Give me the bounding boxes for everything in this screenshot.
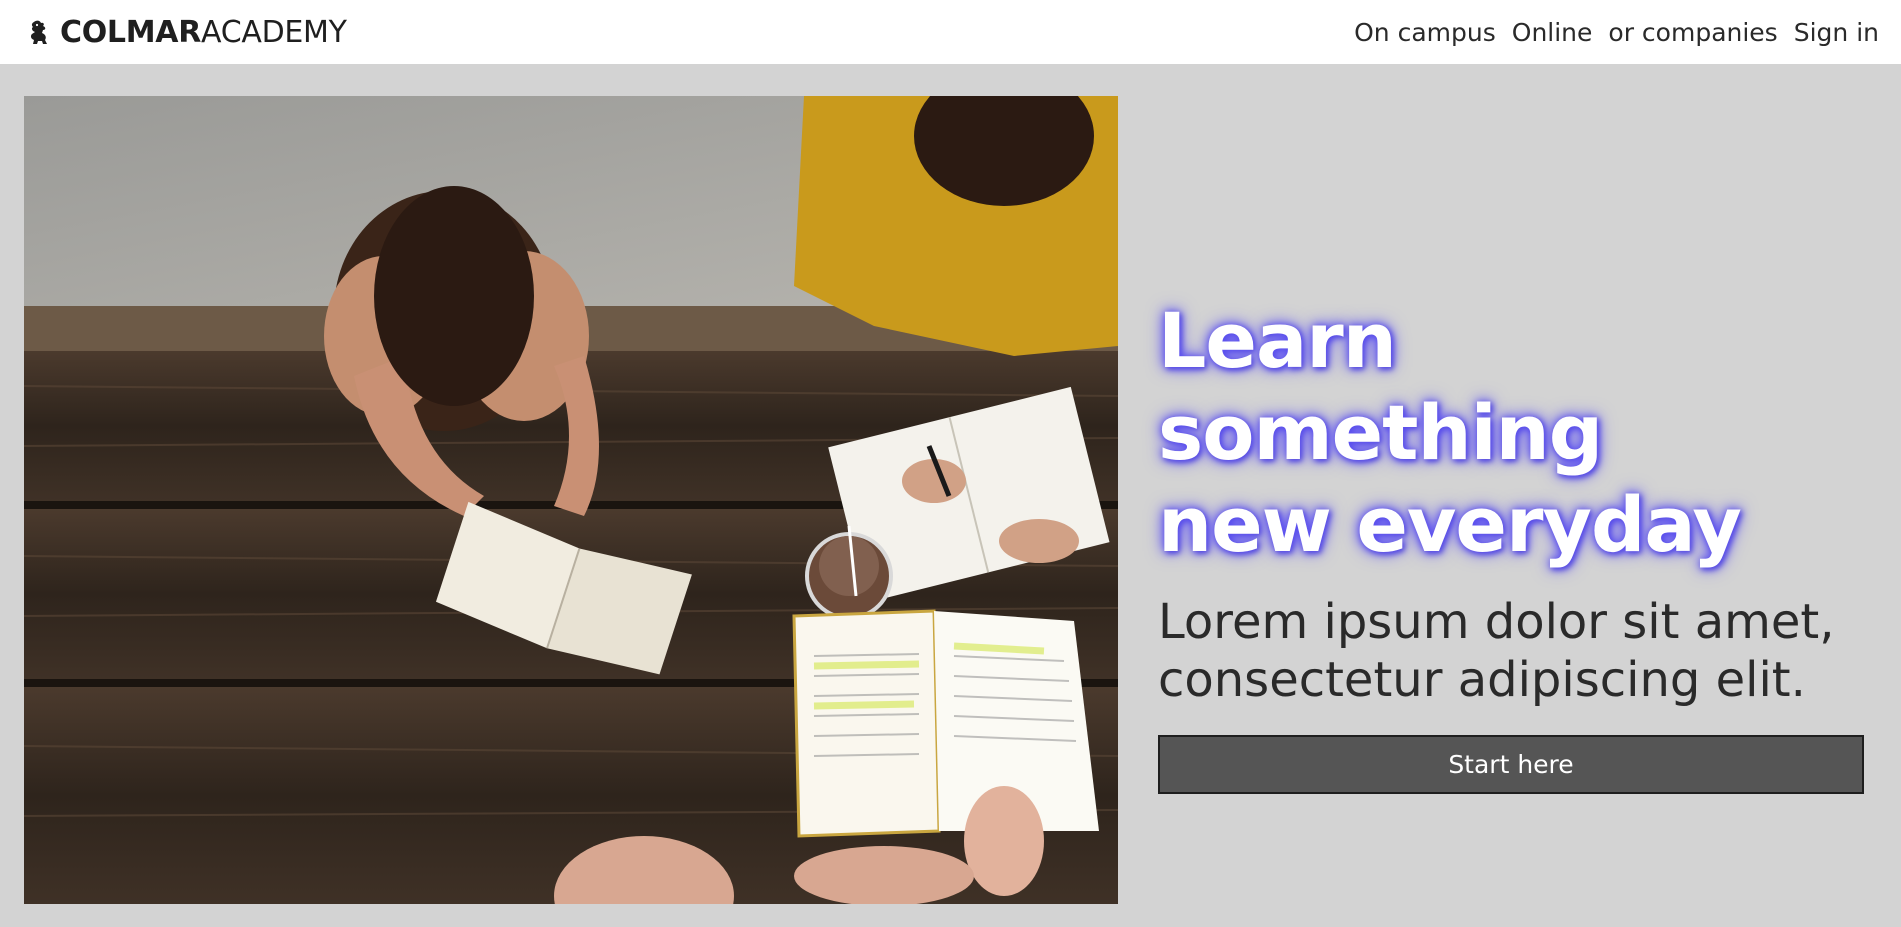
brand-name-bold: COLMAR [60, 14, 202, 50]
hero-headline-line2: new everyday [1158, 480, 1742, 569]
hero-image [24, 96, 1118, 904]
hero-subline: Lorem ipsum dolor sit amet, consectetur … [1158, 593, 1864, 709]
nav-link-sign-in[interactable]: Sign in [1794, 18, 1879, 47]
nav-link-online[interactable]: Online [1512, 18, 1593, 47]
main-nav: On campus Online or companies Sign in [1354, 18, 1879, 47]
top-navigation-bar: COLMARACADEMY On campus Online or compan… [0, 0, 1901, 64]
brand-name-light: ACADEMY [201, 14, 347, 50]
nav-link-companies[interactable]: or companies [1608, 18, 1777, 47]
hero-subline-line2: consectetur adipiscing elit. [1158, 652, 1806, 708]
brand-logo[interactable]: COLMARACADEMY [26, 15, 347, 50]
hero-headline: Learn something new everyday [1158, 295, 1864, 571]
hero-headline-line1: Learn something [1158, 296, 1603, 477]
hero-copy: Learn something new everyday Lorem ipsum… [1158, 295, 1864, 794]
hero-subline-line1: Lorem ipsum dolor sit amet, [1158, 594, 1835, 650]
start-here-button[interactable]: Start here [1158, 735, 1864, 794]
nav-link-on-campus[interactable]: On campus [1354, 18, 1496, 47]
lion-rampant-icon [26, 19, 50, 45]
